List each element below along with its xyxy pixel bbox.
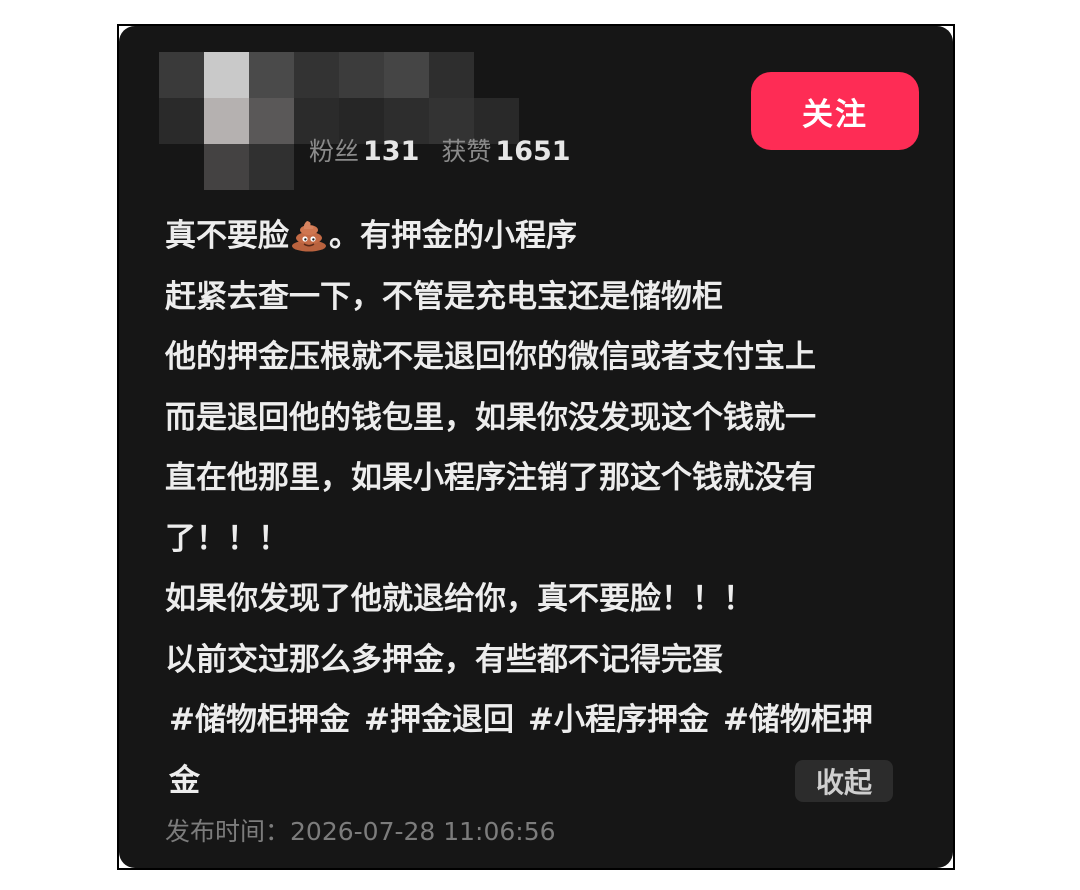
mosaic-cell [294, 52, 339, 98]
hashtag-link[interactable]: #押金退回 [364, 702, 514, 738]
mosaic-cell [429, 52, 474, 98]
publish-time: 发布时间：2026-07-28 11:06:56 [165, 812, 556, 848]
post-line: 真不要脸 。有押金的小程序 [165, 218, 577, 254]
profile-stats: 粉丝 131 获赞 1651 [309, 130, 571, 170]
post-line: 以前交过那么多押金，有些都不记得完蛋 [165, 641, 723, 678]
publish-label: 发布时间： [165, 817, 291, 846]
post-line: 直在他那里，如果小程序注销了那这个钱就没有 [165, 460, 816, 496]
post-line: 而是退回他的钱包里，如果你没发现这个钱就一 [165, 399, 816, 436]
post-line: 如果你发现了他就退给你，真不要脸！！！ [165, 581, 754, 617]
post-line: 了！！！ [165, 520, 289, 557]
mosaic-cell [249, 144, 294, 190]
mosaic-cell [384, 52, 429, 98]
mosaic-cell [339, 52, 384, 98]
fans-stat[interactable]: 粉丝 131 [309, 132, 419, 168]
post-line: 赶紧去查一下，不管是充电宝还是储物柜 [165, 278, 723, 315]
mosaic-cell [159, 52, 204, 98]
publish-timestamp: 2026-07-28 11:06:56 [290, 817, 556, 846]
mosaic-cell [204, 98, 249, 144]
collapse-button[interactable]: 收起 [795, 760, 893, 802]
fans-count: 131 [363, 136, 420, 167]
mosaic-cell [249, 52, 294, 98]
hashtag-link[interactable]: #储物柜押金 [169, 702, 350, 738]
post-line: 他的押金压根就不是退回你的微信或者支付宝上 [165, 339, 816, 375]
follow-button[interactable]: 关注 [751, 72, 919, 150]
blurred-avatar-username[interactable] [159, 52, 519, 198]
likes-stat: 获赞 1651 [441, 132, 570, 168]
fans-label: 粉丝 [309, 137, 360, 166]
post-text: 真不要脸 。有押金的小程序 赶紧去查一下，不管是充电宝还是储物柜 他的押金压根就… [165, 206, 925, 811]
mosaic-cell [159, 98, 204, 144]
poop-emoji-icon [292, 220, 326, 251]
mosaic-cell [204, 144, 249, 190]
likes-label: 获赞 [441, 137, 492, 166]
likes-count: 1651 [495, 136, 571, 167]
post-card: 关注 粉丝 131 获赞 1651 真不要脸 。有押金的小程序 赶紧去查一下，不… [119, 26, 953, 868]
mosaic-cell [249, 98, 294, 144]
mosaic-cell [204, 52, 249, 98]
hashtag-link[interactable]: #小程序押金 [528, 702, 709, 738]
